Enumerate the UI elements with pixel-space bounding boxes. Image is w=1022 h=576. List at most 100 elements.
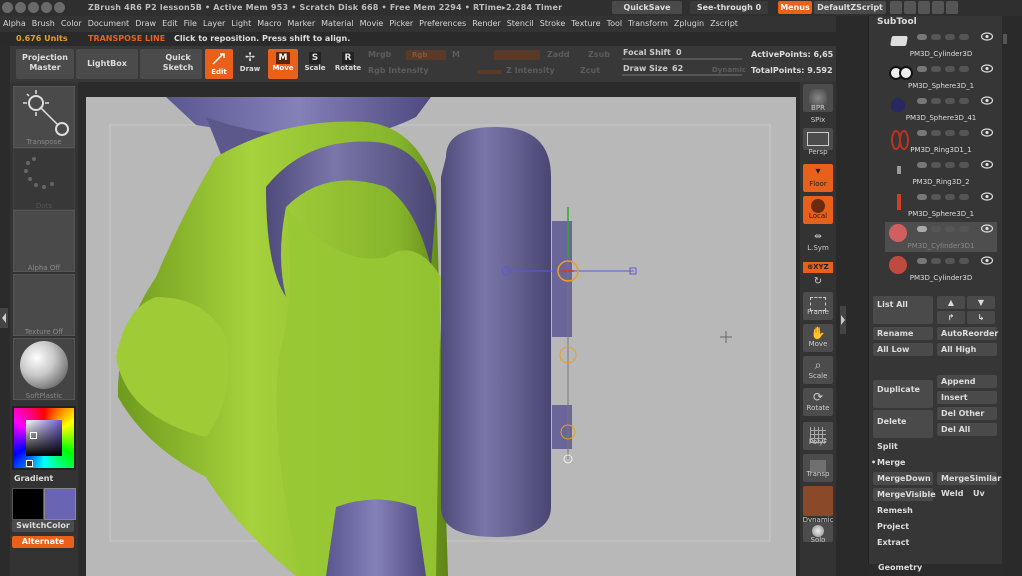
menu-file[interactable]: File (184, 19, 197, 28)
zadd-toggle[interactable]: Zadd (547, 50, 570, 59)
menu-light[interactable]: Light (231, 19, 251, 28)
subtool-item[interactable]: PM3D_Cylinder3D1 (885, 222, 997, 252)
m-toggle[interactable]: M (452, 50, 460, 59)
subtool-toggle-icon[interactable] (931, 98, 941, 104)
menu-document[interactable]: Document (88, 19, 129, 28)
subtool-toggle-icon[interactable] (917, 194, 927, 200)
subtool-toggle-icon[interactable] (959, 66, 969, 72)
weld-toggle[interactable]: Weld (941, 489, 963, 498)
main-color-swatch[interactable] (44, 488, 76, 520)
mrgb-toggle[interactable]: Mrgb (368, 50, 391, 59)
gradient-label[interactable]: Gradient (14, 474, 82, 483)
append-button[interactable]: Append (937, 375, 997, 388)
left-tray-toggle[interactable] (0, 308, 8, 328)
dock-icon[interactable] (904, 1, 916, 14)
eye-icon[interactable] (981, 160, 993, 169)
rgb-toggle[interactable]: Rgb (406, 50, 446, 60)
duplicate-button[interactable]: Duplicate (873, 380, 933, 408)
move-button[interactable]: M Move (268, 49, 298, 79)
del-other-button[interactable]: Del Other (937, 407, 997, 420)
eye-icon[interactable] (981, 96, 993, 105)
z-intensity-slider[interactable]: Z Intensity (506, 66, 555, 75)
autoreorder-button[interactable]: AutoReorder (937, 327, 998, 340)
menu-movie[interactable]: Movie (360, 19, 384, 28)
switchcolor-button[interactable]: SwitchColor (12, 520, 74, 532)
close-icon[interactable] (946, 1, 958, 14)
projection-master-button[interactable]: Projection Master (16, 49, 74, 79)
subtool-item[interactable]: PM3D_Sphere3D_1 (885, 62, 997, 92)
subtool-item[interactable]: PM3D_Sphere3D_41 (885, 94, 997, 124)
menu-edit[interactable]: Edit (162, 19, 178, 28)
rename-button[interactable]: Rename (873, 327, 933, 340)
rotation-axis-icon[interactable]: ↻ (800, 276, 836, 287)
subtool-toggle-icon[interactable] (945, 258, 955, 264)
lightbox-button[interactable]: LightBox (76, 49, 138, 79)
move-down-button[interactable]: ▼ (967, 296, 995, 309)
eye-icon[interactable] (981, 128, 993, 137)
menu-picker[interactable]: Picker (389, 19, 413, 28)
zcut-toggle[interactable]: Zcut (580, 66, 600, 75)
mergesimilar-button[interactable]: MergeSimilar (937, 472, 1001, 485)
draw-size-value[interactable]: 62 (672, 64, 683, 73)
quicksave-button[interactable]: QuickSave (612, 1, 682, 14)
subtool-toggle-icon[interactable] (931, 194, 941, 200)
extract-section[interactable]: Extract (877, 538, 909, 547)
subtool-toggle-icon[interactable] (917, 226, 927, 232)
scroll-thumb[interactable] (1003, 34, 1007, 44)
menus-button[interactable]: Menus (778, 1, 812, 14)
subtool-toggle-icon[interactable] (917, 258, 927, 264)
persp-button[interactable] (803, 128, 833, 150)
mergevisible-button[interactable]: MergeVisible (873, 488, 936, 501)
viewport-canvas[interactable] (86, 97, 796, 576)
list-all-button[interactable]: List All (873, 296, 933, 324)
menu-texture[interactable]: Texture (571, 19, 600, 28)
menu-macro[interactable]: Macro (257, 19, 281, 28)
lsym-button[interactable]: L.Sym (800, 244, 836, 252)
draw-size-track[interactable] (622, 74, 742, 76)
subtool-toggle-icon[interactable] (959, 194, 969, 200)
all-high-button[interactable]: All High (937, 343, 997, 356)
minimize-icon[interactable] (918, 1, 930, 14)
subtool-toggle-icon[interactable] (917, 98, 927, 104)
settings-orb-icon[interactable] (41, 2, 52, 13)
subtool-toggle-icon[interactable] (959, 162, 969, 168)
move-up-button[interactable]: ▲ (937, 296, 965, 309)
menu-preferences[interactable]: Preferences (419, 19, 466, 28)
subtool-toggle-icon[interactable] (959, 98, 969, 104)
restore-icon[interactable] (890, 1, 902, 14)
menu-material[interactable]: Material (321, 19, 354, 28)
subtool-item[interactable]: PM3D_Cylinder3D (885, 254, 997, 284)
quick-sketch-button[interactable]: Quick Sketch (140, 49, 202, 79)
insert-button[interactable]: Insert (937, 391, 997, 404)
geometry-palette-header[interactable]: Geometry (878, 563, 922, 572)
menu-tool[interactable]: Tool (607, 19, 623, 28)
rgb-intensity-slider[interactable]: Rgb Intensity (368, 66, 429, 75)
alpha-thumb[interactable] (13, 210, 75, 272)
subtool-toggle-icon[interactable] (931, 258, 941, 264)
menu-color[interactable]: Color (61, 19, 82, 28)
subtool-item[interactable]: PM3D_Sphere3D_1 (885, 190, 997, 220)
right-tray-toggle[interactable] (840, 306, 846, 334)
mergedown-button[interactable]: MergeDown (873, 472, 933, 485)
subtool-toggle-icon[interactable] (945, 226, 955, 232)
subtool-toggle-icon[interactable] (945, 34, 955, 40)
close-orb-icon[interactable] (2, 2, 13, 13)
menu-brush[interactable]: Brush (32, 19, 55, 28)
rotate-button[interactable]: R Rotate (334, 49, 362, 79)
subtool-toggle-icon[interactable] (959, 130, 969, 136)
project-section[interactable]: Project (877, 522, 909, 531)
remesh-section[interactable]: Remesh (877, 506, 913, 515)
menu-marker[interactable]: Marker (287, 19, 315, 28)
del-all-button[interactable]: Del All (937, 423, 997, 436)
dots-thumb[interactable] (13, 148, 75, 210)
delete-button[interactable]: Delete (873, 410, 933, 438)
subtool-toggle-icon[interactable] (931, 66, 941, 72)
menu-transform[interactable]: Transform (628, 19, 668, 28)
model-view[interactable] (86, 97, 796, 576)
subtool-toggle-icon[interactable] (945, 162, 955, 168)
menu-zplugin[interactable]: Zplugin (674, 19, 704, 28)
help-orb-icon[interactable] (54, 2, 65, 13)
default-zscript-button[interactable]: DefaultZScript (814, 1, 886, 14)
alternate-button[interactable]: Alternate (12, 536, 74, 548)
eye-icon[interactable] (981, 256, 993, 265)
